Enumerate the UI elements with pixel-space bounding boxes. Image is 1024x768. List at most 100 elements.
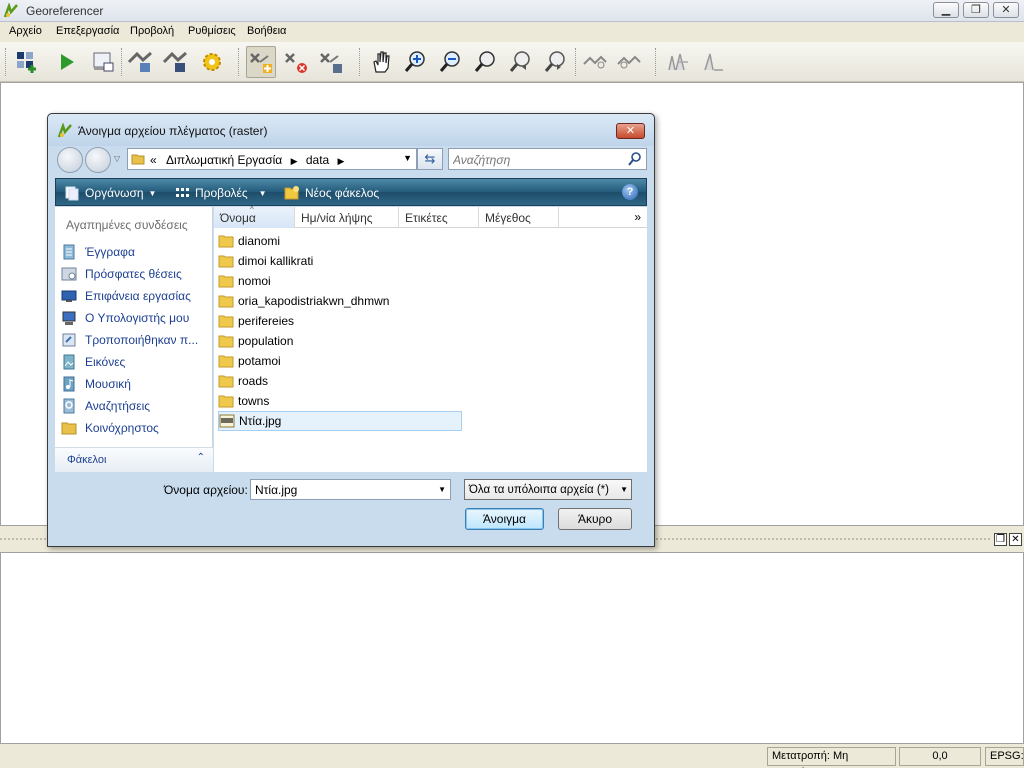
list-item[interactable]: population: [218, 331, 462, 351]
menu-edit[interactable]: Επεξεργασία: [56, 25, 119, 37]
chevron-down-icon: ▼: [148, 188, 157, 198]
transformation-settings-icon[interactable]: [197, 46, 227, 78]
save-gcp-points-icon[interactable]: [160, 46, 190, 78]
new-folder-button[interactable]: Νέος φάκελος: [284, 185, 379, 201]
cancel-button[interactable]: Άκυρο: [558, 508, 632, 530]
folder-icon: [218, 395, 234, 408]
favorite-label: Μουσική: [85, 377, 131, 391]
back-button[interactable]: [57, 147, 83, 173]
organize-label: Οργάνωση: [85, 186, 144, 200]
list-item[interactable]: perifereies: [218, 311, 462, 331]
chevron-down-icon[interactable]: ▼: [620, 485, 628, 494]
command-bar: Οργάνωση ▼ Προβολές ▼ Νέος φάκελος ?: [55, 178, 647, 206]
local-histogram-stretch-icon[interactable]: [698, 46, 728, 78]
column-date-taken[interactable]: Ημ/νία λήψης: [295, 207, 399, 228]
menu-help[interactable]: Βοήθεια: [247, 25, 286, 37]
open-button[interactable]: Άνοιγμα: [465, 508, 544, 530]
breadcrumb-separator-icon[interactable]: ▶: [338, 156, 345, 166]
gcp-table-panel[interactable]: [0, 552, 1024, 744]
qgis-app-icon: [57, 123, 72, 138]
full-histogram-stretch-icon[interactable]: [663, 46, 693, 78]
chevron-up-icon[interactable]: ⌃: [197, 452, 205, 463]
file-list-pane[interactable]: ^ Όνομα Ημ/νία λήψης Ετικέτες Μέγεθος » …: [214, 205, 647, 472]
help-icon[interactable]: ?: [622, 184, 638, 200]
list-item[interactable]: potamoi: [218, 351, 462, 371]
file-type-filter[interactable]: Όλα τα υπόλοιπα αρχεία (*) ▼: [464, 479, 632, 500]
favorite-label: Αναζητήσεις: [85, 399, 151, 413]
favorite-music[interactable]: Μουσική: [61, 374, 131, 394]
zoom-in-icon[interactable]: [400, 46, 430, 78]
forward-button[interactable]: [85, 147, 111, 173]
toolbar-separator: [655, 48, 657, 76]
maximize-button[interactable]: ❐: [963, 2, 989, 18]
move-point-icon[interactable]: [316, 46, 346, 78]
breadcrumb-overflow[interactable]: «: [150, 153, 157, 167]
favorite-searches[interactable]: Αναζητήσεις: [61, 396, 150, 416]
views-icon: [176, 188, 189, 197]
recent-pages-dropdown-icon[interactable]: ▽: [114, 154, 120, 163]
favorite-computer[interactable]: Ο Υπολογιστής μου: [61, 308, 189, 328]
generate-gdal-script-icon[interactable]: [88, 46, 118, 78]
search-box[interactable]: [448, 148, 647, 170]
filename-input[interactable]: [255, 483, 425, 497]
column-tags[interactable]: Ετικέτες: [399, 207, 479, 228]
link-qgis-to-georef-icon[interactable]: [614, 46, 644, 78]
epsg-status[interactable]: EPSG:: [985, 747, 1024, 766]
zoom-next-icon[interactable]: [540, 46, 570, 78]
documents-icon: [63, 244, 75, 260]
list-item[interactable]: roads: [218, 371, 462, 391]
start-georeferencing-icon[interactable]: [52, 46, 82, 78]
favorite-label: Τροποποιήθηκαν π...: [85, 333, 199, 347]
favorite-desktop[interactable]: Επιφάνεια εργασίας: [61, 286, 191, 306]
folder-icon: [218, 315, 234, 328]
more-columns-button[interactable]: »: [634, 210, 641, 224]
favorite-label: Εικόνες: [85, 355, 126, 369]
dock-float-button[interactable]: ❐: [994, 533, 1007, 546]
address-dropdown-icon[interactable]: ▼: [403, 153, 412, 163]
breadcrumb-separator-icon[interactable]: ▶: [291, 156, 298, 166]
list-item[interactable]: nomoi: [218, 271, 462, 291]
column-size[interactable]: Μέγεθος: [479, 207, 559, 228]
dialog-close-button[interactable]: ✕: [616, 123, 645, 139]
new-folder-label: Νέος φάκελος: [305, 186, 380, 200]
column-name[interactable]: ^ Όνομα: [214, 205, 295, 228]
menu-file[interactable]: Αρχείο: [9, 25, 42, 37]
pan-icon[interactable]: [366, 46, 396, 78]
favorite-documents[interactable]: Έγγραφα: [61, 242, 135, 262]
file-name: nomoi: [238, 274, 271, 288]
filename-combobox[interactable]: ▼: [250, 479, 451, 500]
organize-menu[interactable]: Οργάνωση ▼: [64, 185, 156, 201]
add-point-icon[interactable]: [246, 46, 276, 78]
load-gcp-points-icon[interactable]: [125, 46, 155, 78]
open-raster-icon[interactable]: [12, 46, 42, 78]
search-icon[interactable]: [628, 151, 642, 167]
favorite-recent-places[interactable]: Πρόσφατες θέσεις: [61, 264, 182, 284]
folders-toggle[interactable]: Φάκελοι ⌃: [55, 447, 213, 472]
list-item[interactable]: dimoi kallikrati: [218, 251, 462, 271]
chevron-down-icon[interactable]: ▼: [438, 485, 446, 494]
close-window-button[interactable]: ✕: [993, 2, 1019, 18]
delete-point-icon[interactable]: [281, 46, 311, 78]
list-item[interactable]: dianomi: [218, 231, 462, 251]
address-bar[interactable]: « Διπλωματική Εργασία ▶ data ▶ ▼: [127, 148, 417, 170]
favorite-links-header: Αγαπημένες συνδέσεις: [66, 218, 188, 232]
views-menu[interactable]: Προβολές ▼: [174, 185, 267, 201]
menu-view[interactable]: Προβολή: [130, 25, 174, 37]
list-item[interactable]: oria_kapodistriakwn_dhmwn: [218, 291, 462, 311]
favorite-recently-changed[interactable]: Τροποποιήθηκαν π...: [61, 330, 198, 350]
favorite-public[interactable]: Κοινόχρηστος: [61, 418, 159, 438]
breadcrumb-data[interactable]: data: [306, 153, 329, 167]
minimize-button[interactable]: ▁: [933, 2, 959, 18]
list-item[interactable]: towns: [218, 391, 462, 411]
link-georef-to-qgis-icon[interactable]: [580, 46, 610, 78]
zoom-to-layer-icon[interactable]: [470, 46, 500, 78]
menu-settings[interactable]: Ρυθμίσεις: [188, 25, 236, 37]
list-item-selected[interactable]: Ντία.jpg: [218, 411, 462, 431]
dock-close-button[interactable]: ✕: [1009, 533, 1022, 546]
zoom-out-icon[interactable]: [435, 46, 465, 78]
search-input[interactable]: [453, 152, 623, 167]
favorite-pictures[interactable]: Εικόνες: [61, 352, 125, 372]
refresh-button[interactable]: ⇆: [417, 148, 443, 170]
zoom-last-icon[interactable]: [505, 46, 535, 78]
breadcrumb-diplomatiki[interactable]: Διπλωματική Εργασία: [166, 153, 282, 167]
